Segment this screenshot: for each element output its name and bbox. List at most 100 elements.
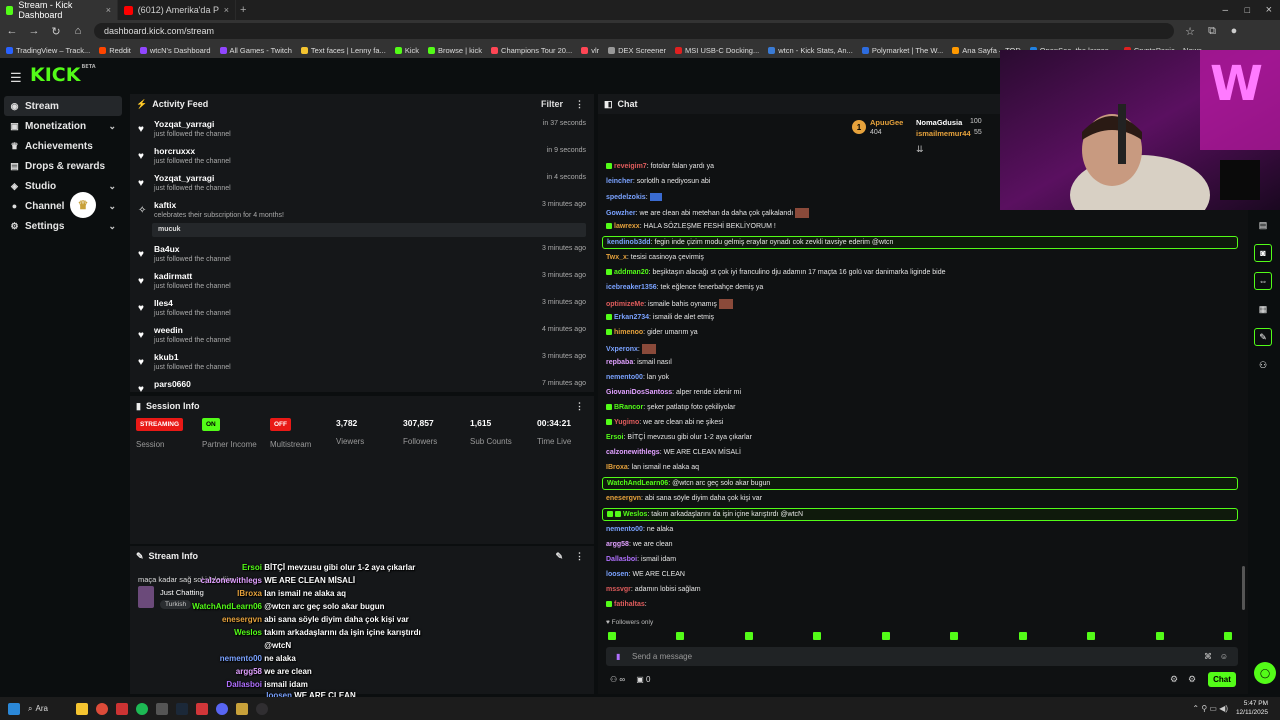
activity-row-subscription: ✧ kaftix celebrates their subscription for… — [136, 199, 588, 239]
emote — [795, 208, 810, 218]
bookmark-0[interactable]: TradingView – Track... — [6, 46, 90, 55]
more-options-icon[interactable]: ⋮ — [575, 401, 584, 412]
points-counter[interactable]: ⚇ ∞ ▣ 0 — [610, 675, 650, 684]
emote — [676, 632, 685, 640]
address-bar[interactable]: dashboard.kick.com/stream — [94, 23, 1174, 39]
bookmark-10[interactable]: MSI USB-C Docking... — [675, 46, 759, 55]
more-options-icon[interactable]: ⋮ — [575, 551, 584, 562]
bookmark-5[interactable]: Kick — [394, 46, 419, 55]
more-options-icon[interactable]: ⋮ — [575, 99, 584, 110]
layers-icon[interactable]: ▦ — [1254, 300, 1272, 318]
app-icon[interactable] — [236, 702, 248, 715]
help-chat-icon[interactable]: ◯ — [1254, 662, 1276, 684]
activity-row: ♥ kkub1 just followed the channel 3 minutes… — [138, 352, 586, 371]
home-icon[interactable]: ⌂ — [72, 25, 84, 37]
riot-icon[interactable] — [196, 702, 208, 715]
bookmark-2[interactable]: wtcN's Dashboard — [139, 46, 211, 55]
bookmark-6[interactable]: Browse | kick — [427, 46, 482, 55]
clock[interactable]: 5:47 PM 12/11/2025 — [1236, 699, 1268, 717]
overlay-line: WatchAndLearn06 @wtcn arc geç solo akar … — [192, 602, 385, 611]
discord-icon[interactable] — [216, 702, 228, 715]
file-explorer-icon[interactable] — [76, 702, 88, 715]
browser-tab-youtube[interactable]: (6012) Amerika'da Polisle Geçe × — [118, 0, 236, 20]
heart-icon: ♥ — [138, 124, 144, 135]
moderation-icon[interactable]: ⚙ — [1188, 674, 1196, 685]
profile-icon[interactable]: ● — [1228, 25, 1240, 37]
kick-logo[interactable]: KICKBETA — [30, 64, 96, 86]
forward-icon[interactable]: → — [28, 25, 40, 37]
followers-only-notice: ♥ Followers only — [606, 619, 654, 626]
chat-message: BRancor: şeker patlatıp foto çekiliyolar — [606, 404, 735, 411]
sidebar-item-settings[interactable]: ⚙ Settings ⌄ — [4, 216, 122, 236]
partner-on-badge: ON — [202, 418, 220, 431]
filter-button[interactable]: Filter — [541, 99, 563, 110]
send-chat-button[interactable]: Chat — [1208, 672, 1236, 687]
sidebar-item-channel[interactable]: ● Channel ♛ ⌄ — [4, 192, 122, 218]
sidebar-item-monetization[interactable]: ▣ Monetization ⌄ — [4, 116, 122, 136]
reload-icon[interactable]: ↻ — [50, 25, 62, 38]
terminal-icon[interactable] — [156, 702, 168, 715]
bookmark-7[interactable]: Champions Tour 20... — [491, 46, 572, 55]
sidebar-item-studio[interactable]: ◈ Studio ⌄ — [4, 176, 122, 196]
new-tab-icon[interactable]: + — [240, 4, 246, 16]
notes-icon[interactable]: ▤ — [1254, 216, 1272, 234]
chat-message: Vxperonx: — [606, 344, 656, 354]
sidebar-item-stream[interactable]: ◉ Stream — [4, 96, 122, 116]
command-icon[interactable]: ⌘ — [1204, 652, 1212, 661]
sidebar-item-drops[interactable]: ▤ Drops & rewards — [4, 156, 122, 176]
chrome-icon[interactable] — [96, 702, 108, 715]
tray-icons[interactable]: ⌃ ⚲ ▭ ◀) — [1192, 704, 1228, 713]
chat-message: himenoo: gider umarım ya — [606, 329, 698, 336]
steam-icon[interactable] — [176, 702, 188, 715]
scroll-down-icon[interactable]: ⇊ — [916, 144, 924, 155]
bookmark-12[interactable]: Polymarket | The W... — [861, 46, 943, 55]
wrench-icon[interactable]: ✎ — [1254, 328, 1272, 346]
heart-icon: ♥ — [138, 303, 144, 314]
sidebar-item-achievements[interactable]: ♛ Achievements — [4, 136, 122, 156]
activity-row: ♥ weedin just followed the channel 4 minute… — [138, 325, 586, 344]
calendar-app-icon[interactable] — [116, 702, 128, 715]
bookmark-3[interactable]: All Games - Twitch — [219, 46, 292, 55]
back-icon[interactable]: ← — [6, 25, 18, 37]
streaming-badge: STREAMING — [136, 418, 183, 431]
emote-bar — [608, 632, 1234, 640]
windows-start-icon[interactable] — [8, 702, 20, 715]
session-info-header: ▮ Session Info ⋮ — [130, 396, 594, 416]
bookmark-9[interactable]: DEX Screener — [608, 46, 666, 55]
emote — [1087, 632, 1096, 640]
taskbar-search[interactable]: ⌕ Ara — [28, 702, 68, 716]
extensions-icon[interactable]: ⧉ — [1206, 25, 1218, 38]
activity-feed-panel: ⚡ Activity Feed Filter ⋮ ♥ Yozqat_yarragi j… — [130, 94, 594, 395]
users-icon[interactable]: ⚇ — [1254, 356, 1272, 374]
chat-message: IBroxa: lan ismail ne alaka aq — [606, 464, 700, 471]
chat-message: addman20: beşiktaşın alacağı st çok iyi … — [606, 269, 946, 276]
minimize-window-icon[interactable]: – — [1222, 5, 1228, 16]
chevron-down-icon: ⌄ — [108, 220, 116, 231]
overlay-line: IBroxa lan ismail ne alaka aq — [237, 589, 347, 598]
chat-input[interactable]: ▮ Send a message ⌘ ☺ — [606, 647, 1238, 666]
gear-icon: ⚙ — [10, 220, 19, 231]
chat-settings-icon[interactable]: ⚙ — [1170, 674, 1178, 685]
menu-icon[interactable]: ☰ — [10, 70, 22, 86]
link-icon[interactable]: ⇔ — [1254, 272, 1272, 290]
heart-icon: ♥ — [138, 276, 144, 287]
close-tab-icon[interactable]: × — [106, 5, 111, 15]
edit-icon[interactable]: ✎ — [555, 551, 563, 562]
chat-message: Gowzher: we are clean abi metehan da dah… — [606, 208, 810, 218]
browser-tab-kick[interactable]: Stream - Kick Dashboard × — [0, 0, 118, 20]
maximize-window-icon[interactable]: □ — [1245, 5, 1250, 15]
emoji-icon[interactable]: ☺ — [1220, 652, 1228, 661]
chat-icon[interactable]: ◙ — [1254, 244, 1272, 262]
obs-icon[interactable] — [256, 702, 268, 715]
close-window-icon[interactable]: × — [1266, 4, 1272, 16]
chat-scrollbar[interactable] — [1242, 566, 1245, 610]
bookmark-8[interactable]: vlr — [581, 46, 599, 55]
bookmark-star-icon[interactable]: ☆ — [1184, 25, 1196, 38]
bookmark-1[interactable]: Reddit — [99, 46, 131, 55]
spotify-icon[interactable] — [136, 702, 148, 715]
bookmark-4[interactable]: Text faces | Lenny fa... — [300, 46, 386, 55]
bookmark-11[interactable]: wtcn - Kick Stats, An... — [768, 46, 853, 55]
close-tab-icon[interactable]: × — [224, 5, 229, 15]
mic-icon: ▮ — [616, 652, 621, 661]
emote — [1223, 632, 1232, 640]
